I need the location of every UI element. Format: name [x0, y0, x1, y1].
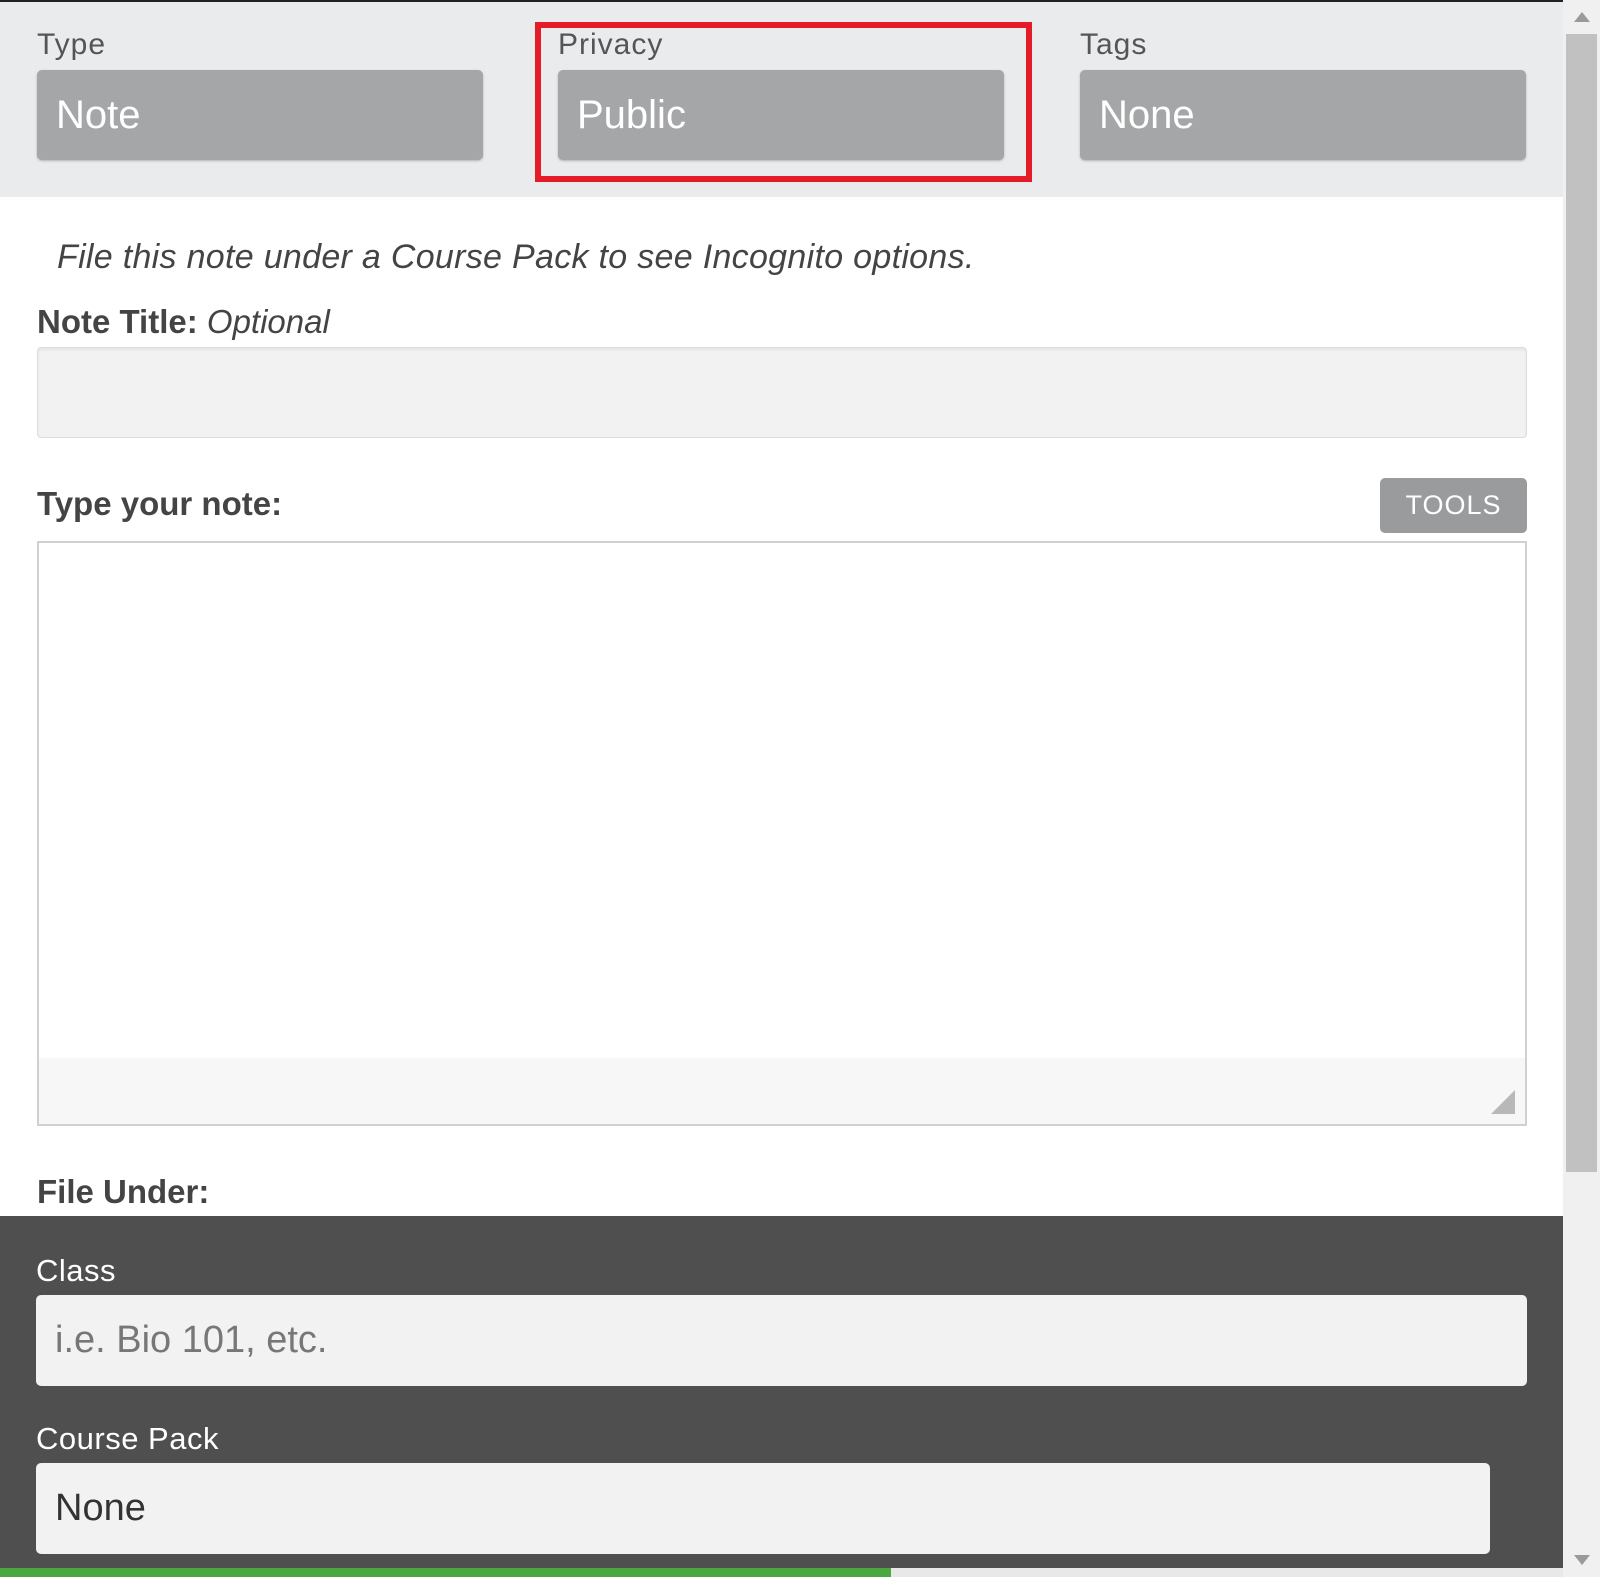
tags-label: Tags — [1080, 28, 1148, 61]
course-pack-select[interactable]: None — [36, 1463, 1490, 1554]
note-body-label: Type your note: — [37, 485, 283, 522]
type-label: Type — [37, 28, 107, 61]
note-editor-textarea[interactable] — [39, 543, 1525, 1060]
file-under-label: File Under: — [37, 1173, 210, 1210]
progress-fill — [0, 1568, 891, 1577]
scrollbar-thumb[interactable] — [1566, 34, 1597, 1172]
note-options-bar: Type Note Privacy Public Tags None — [0, 0, 1563, 197]
progress-bar — [0, 1568, 1563, 1577]
incognito-notice: File this note under a Course Pack to se… — [57, 238, 975, 276]
scroll-up-arrow-icon[interactable] — [1574, 12, 1590, 22]
class-label: Class — [36, 1253, 117, 1288]
resize-handle-icon[interactable] — [1491, 1090, 1515, 1114]
scroll-down-arrow-icon[interactable] — [1574, 1555, 1590, 1565]
tags-select[interactable]: None — [1080, 70, 1526, 160]
note-title-label: Note Title: Optional — [37, 303, 330, 341]
note-title-label-text: Note Title: — [37, 303, 198, 340]
course-pack-label: Course Pack — [36, 1421, 219, 1456]
vertical-scrollbar[interactable] — [1563, 0, 1600, 1577]
type-select[interactable]: Note — [37, 70, 483, 160]
file-under-panel: Class Course Pack None — [0, 1216, 1563, 1577]
class-input[interactable] — [36, 1295, 1527, 1386]
note-title-optional-hint: Optional — [206, 303, 330, 340]
note-title-input[interactable] — [37, 347, 1527, 438]
editor-statusbar — [39, 1058, 1525, 1124]
tools-button[interactable]: TOOLS — [1380, 478, 1527, 533]
note-editor — [37, 541, 1527, 1126]
privacy-highlight-box — [535, 22, 1032, 182]
